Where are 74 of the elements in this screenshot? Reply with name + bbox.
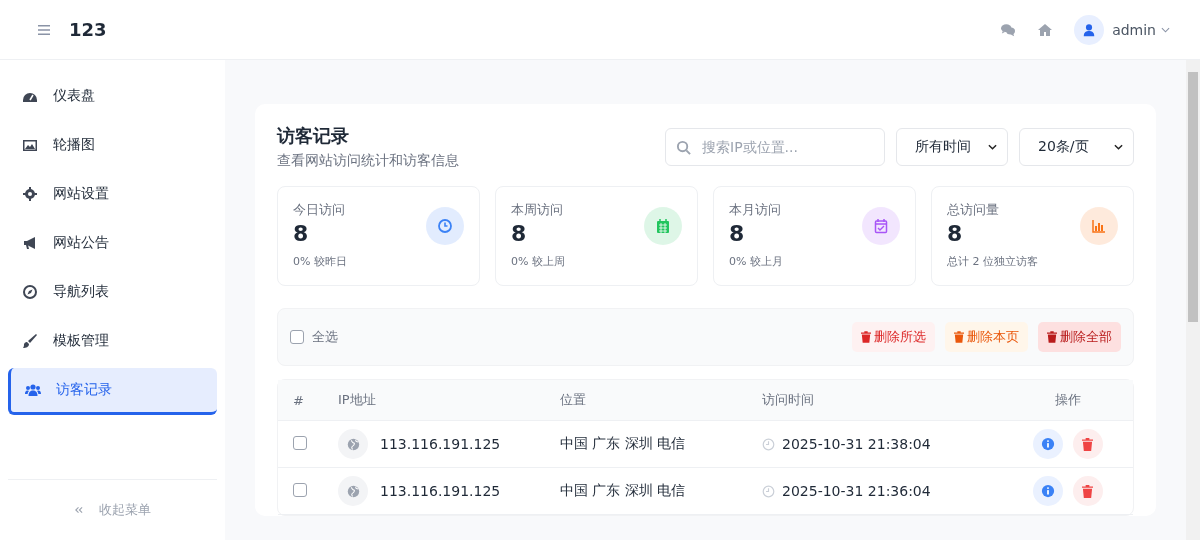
users-icon — [25, 382, 41, 398]
sidebar-item[interactable]: 仪表盘 — [8, 74, 217, 118]
column-header: 位置 — [560, 391, 587, 409]
select-all-checkbox[interactable] — [290, 330, 304, 344]
user-menu[interactable]: admin — [1112, 21, 1156, 38]
stat-note: 0% 较上周 — [511, 254, 566, 269]
brush-icon — [22, 333, 38, 349]
stat-note: 0% 较上月 — [729, 254, 784, 269]
info-icon — [1040, 437, 1055, 451]
home-icon[interactable] — [1037, 22, 1054, 37]
stat-label: 本月访问 — [729, 201, 782, 219]
column-header: IP地址 — [337, 391, 377, 409]
sidebar-item[interactable]: 访客记录 — [8, 368, 217, 415]
scrollbar[interactable] — [1186, 60, 1200, 540]
stat-label: 总访问量 — [947, 201, 1000, 219]
stat-label: 本周访问 — [511, 201, 564, 219]
globe-icon — [338, 476, 368, 506]
sidebar-item[interactable]: 导航列表 — [8, 270, 217, 314]
info-button[interactable] — [1032, 429, 1063, 459]
location-text: 中国 广东 深圳 电信 — [560, 435, 686, 451]
clock-icon — [762, 437, 775, 451]
stat-note: 总计 2 位独立访客 — [947, 254, 1039, 269]
stat-note: 0% 较昨日 — [293, 254, 348, 269]
double-chevron-left-icon — [74, 506, 83, 514]
chevron-down-icon — [1114, 144, 1123, 150]
column-header: 操作 — [1053, 391, 1082, 409]
filter-dropdown[interactable]: 20条/页 — [1019, 128, 1134, 166]
sidebar-item[interactable]: 轮播图 — [8, 123, 217, 167]
info-button[interactable] — [1032, 476, 1063, 506]
visit-time: 2025-10-31 21:38:04 — [782, 436, 931, 452]
location-text: 中国 广东 深圳 电信 — [560, 482, 686, 498]
page-title: 访客记录 — [277, 124, 350, 148]
ip-address: 113.116.191.125 — [380, 436, 501, 452]
stat-label: 今日访问 — [293, 201, 346, 219]
compass-icon — [22, 284, 38, 300]
avatar[interactable] — [1074, 14, 1105, 45]
delete-row-button[interactable] — [1072, 476, 1103, 506]
row-checkbox[interactable] — [293, 482, 307, 497]
select-all-label: 全选 — [312, 328, 338, 346]
column-header: # — [292, 392, 305, 408]
delete-button[interactable]: 删除所选 — [852, 322, 935, 352]
page-subtitle: 查看网站访问统计和访客信息 — [277, 152, 460, 170]
trash-icon — [1047, 331, 1057, 343]
sidebar-item[interactable]: 模板管理 — [8, 319, 217, 363]
clock-icon — [762, 484, 775, 498]
delete-row-button[interactable] — [1072, 429, 1103, 459]
sidebar-item[interactable]: 网站公告 — [8, 221, 217, 265]
menu-icon[interactable] — [37, 23, 51, 36]
column-header: 访问时间 — [762, 391, 815, 409]
image-icon — [22, 137, 38, 153]
filter-dropdown[interactable]: 所有时间 — [896, 128, 1008, 166]
delete-button[interactable]: 删除全部 — [1038, 322, 1121, 352]
stat-value: 8 — [293, 221, 310, 246]
sidebar-item[interactable]: 网站设置 — [8, 172, 217, 216]
trash-icon — [1082, 437, 1093, 451]
search-icon — [676, 140, 691, 155]
gear-icon — [22, 186, 38, 202]
megaphone-icon — [22, 235, 38, 251]
chat-icon[interactable] — [1000, 22, 1017, 37]
chevron-down-icon — [988, 144, 997, 150]
ip-address: 113.116.191.125 — [380, 483, 501, 499]
stat-value: 8 — [729, 221, 746, 246]
stat-value: 8 — [511, 221, 528, 246]
row-checkbox[interactable] — [293, 435, 307, 450]
brand-name: 123 — [69, 19, 107, 40]
caret-icon[interactable] — [1161, 26, 1170, 33]
stat-value: 8 — [947, 221, 964, 246]
search-field[interactable]: 搜索IP或位置... — [665, 128, 885, 166]
info-icon — [1040, 484, 1055, 498]
trash-icon — [861, 331, 871, 343]
trash-icon — [954, 331, 964, 343]
trash-icon — [1082, 484, 1093, 498]
visit-time: 2025-10-31 21:36:04 — [782, 483, 931, 499]
globe-icon — [338, 429, 368, 459]
